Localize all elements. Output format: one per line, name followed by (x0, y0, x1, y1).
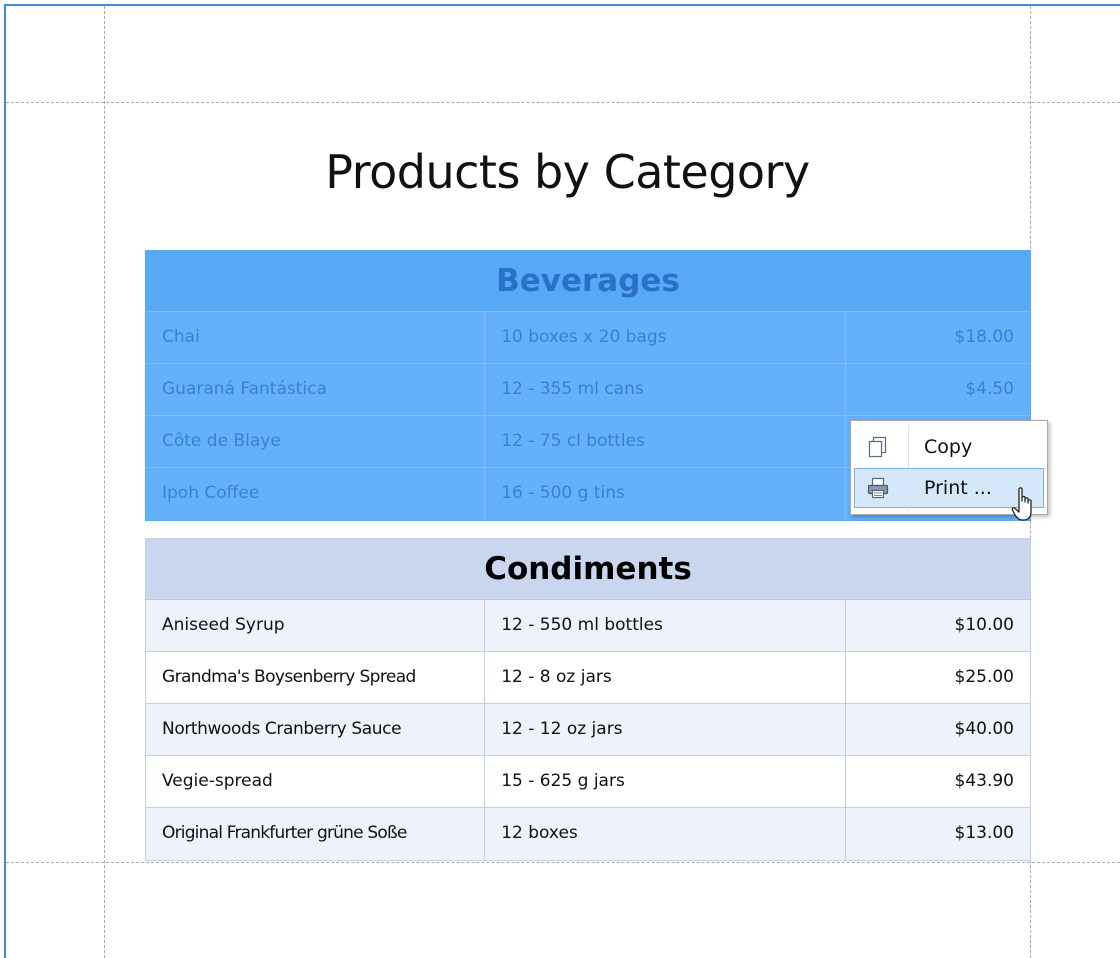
bottom-margin-guide (6, 862, 1120, 863)
group-header-beverages[interactable]: Beverages (146, 251, 1030, 312)
quantity-per-unit-cell: 12 boxes (484, 808, 845, 860)
report-title: Products by Category (325, 145, 810, 199)
quantity-per-unit-cell: 12 - 75 cl bottles (484, 416, 845, 467)
product-name-cell: Ipoh Coffee (162, 483, 260, 503)
product-name-cell: Northwoods Cranberry Sauce (162, 719, 402, 739)
printer-icon (867, 477, 889, 499)
product-name-cell: Grandma's Boysenberry Spread (162, 667, 416, 687)
unit-price-cell: $4.50 (845, 364, 1030, 415)
page-frame-left-border (4, 4, 6, 958)
table-row[interactable]: Chai 10 boxes x 20 bags $18.00 (146, 312, 1030, 364)
table-row[interactable]: Grandma's Boysenberry Spread 12 - 8 oz j… (146, 652, 1030, 704)
unit-price-cell: $25.00 (845, 652, 1030, 703)
table-row[interactable]: Original Frankfurter grüne Soße 12 boxes… (146, 808, 1030, 860)
product-name-cell: Côte de Blaye (162, 431, 281, 451)
unit-price-cell: $13.00 (845, 808, 1030, 860)
table-row[interactable]: Vegie-spread 15 - 625 g jars $43.90 (146, 756, 1030, 808)
unit-price-cell: $18.00 (845, 312, 1030, 363)
group-header-condiments[interactable]: Condiments (146, 539, 1030, 600)
unit-price-cell: $43.90 (845, 756, 1030, 807)
unit-price-cell: $40.00 (845, 704, 1030, 755)
report-design-surface: Products by Category Beverages Chai 10 b… (0, 0, 1120, 958)
product-name-cell: Guaraná Fantástica (162, 379, 327, 399)
quantity-per-unit-cell: 16 - 500 g tins (484, 468, 845, 520)
quantity-per-unit-cell: 12 - 355 ml cans (484, 364, 845, 415)
table-row[interactable]: Aniseed Syrup 12 - 550 ml bottles $10.00 (146, 600, 1030, 652)
quantity-per-unit-cell: 12 - 550 ml bottles (484, 600, 845, 651)
mouse-pointer-hand-icon (1011, 487, 1032, 521)
product-name-cell: Original Frankfurter grüne Soße (162, 823, 407, 843)
quantity-per-unit-cell: 15 - 625 g jars (484, 756, 845, 807)
top-margin-guide (6, 102, 1120, 103)
page-frame-top-border (4, 4, 1120, 6)
unit-price-cell: $10.00 (845, 600, 1030, 651)
menu-item-label: Print ... (924, 477, 992, 499)
product-name-cell: Chai (162, 327, 200, 347)
table-row[interactable]: Guaraná Fantástica 12 - 355 ml cans $4.5… (146, 364, 1030, 416)
table-row[interactable]: Northwoods Cranberry Sauce 12 - 12 oz ja… (146, 704, 1030, 756)
menu-item-label: Copy (924, 436, 973, 458)
product-name-cell: Aniseed Syrup (162, 615, 285, 635)
quantity-per-unit-cell: 12 - 12 oz jars (484, 704, 845, 755)
quantity-per-unit-cell: 10 boxes x 20 bags (484, 312, 845, 363)
quantity-per-unit-cell: 12 - 8 oz jars (484, 652, 845, 703)
menu-item-copy[interactable]: Copy (854, 427, 1044, 467)
group-condiments[interactable]: Condiments Aniseed Syrup 12 - 550 ml bot… (145, 538, 1031, 861)
copy-icon (868, 436, 887, 458)
product-name-cell: Vegie-spread (162, 771, 273, 791)
